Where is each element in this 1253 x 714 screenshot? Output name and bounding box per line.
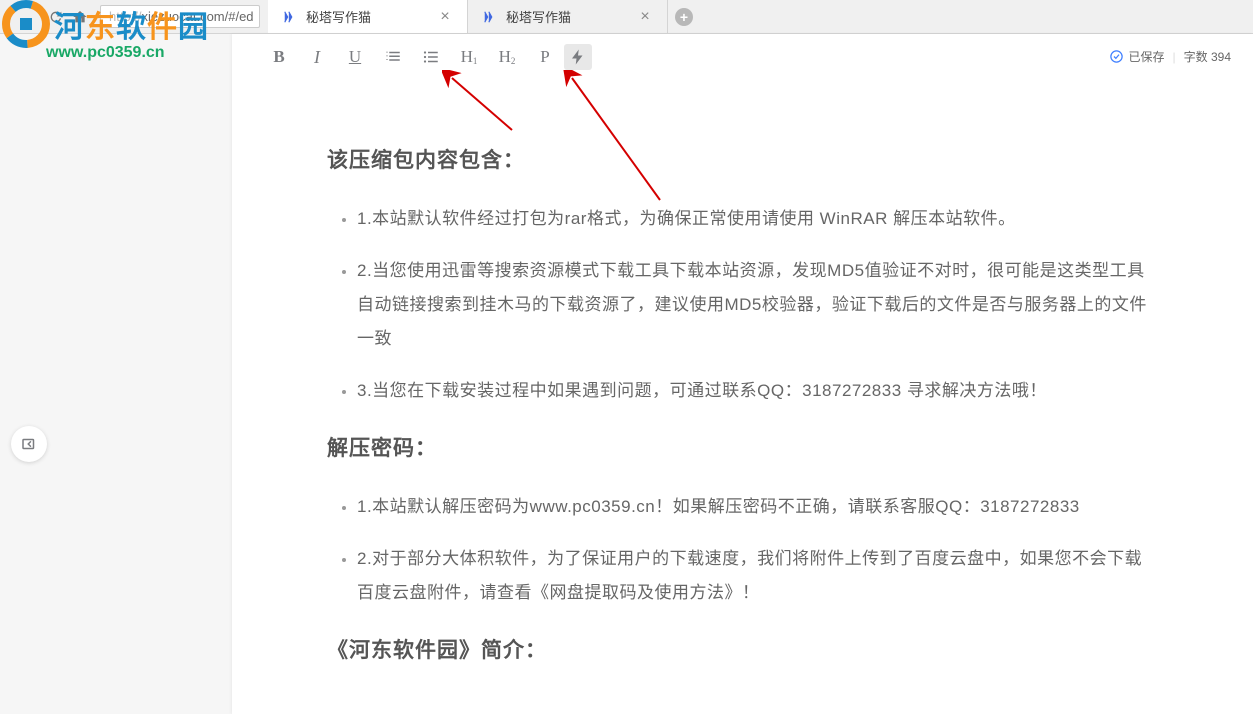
section-heading-1[interactable]: 该压缩包内容包含：	[327, 144, 1158, 174]
unordered-list-button[interactable]	[412, 42, 450, 72]
list-item[interactable]: 2.当您使用迅雷等搜索资源模式下载工具下载本站资源，发现MD5值验证不对时，很可…	[357, 254, 1158, 356]
section-heading-2[interactable]: 解压密码：	[327, 432, 1158, 462]
word-count: 字数 394	[1184, 48, 1231, 65]
tab-title-1: 秘塔写作猫	[306, 7, 429, 26]
section-list-2: 1.本站默认解压密码为www.pc0359.cn！如果解压密码不正确，请联系客服…	[327, 490, 1158, 610]
h1-button[interactable]: H1	[450, 42, 488, 72]
tab-close-1[interactable]: ×	[437, 9, 453, 25]
content-area: B I U H1 H2 P 已保存 | 字数 394 该压缩包内容包含： 1.本…	[0, 34, 1253, 714]
bold-button[interactable]: B	[260, 42, 298, 72]
tab-favicon-2	[482, 9, 498, 25]
browser-bar: http://xiezuocat.com/#/ed 秘塔写作猫 × 秘塔写作猫 …	[0, 0, 1253, 34]
nav-icons	[0, 9, 88, 25]
list-item[interactable]: 1.本站默认解压密码为www.pc0359.cn！如果解压密码不正确，请联系客服…	[357, 490, 1158, 524]
ordered-list-button[interactable]	[374, 42, 412, 72]
section-heading-3[interactable]: 《河东软件园》简介：	[327, 634, 1158, 664]
status-divider: |	[1173, 50, 1176, 64]
tab-close-2[interactable]: ×	[637, 9, 653, 25]
editor-panel: B I U H1 H2 P 已保存 | 字数 394 该压缩包内容包含： 1.本…	[232, 34, 1253, 714]
status-bar: 已保存 | 字数 394	[1109, 48, 1232, 65]
tab-favicon-1	[282, 9, 298, 25]
reload-icon[interactable]	[48, 9, 64, 25]
list-item[interactable]: 2.对于部分大体积软件，为了保证用户的下载速度，我们将附件上传到了百度云盘中，如…	[357, 542, 1158, 610]
italic-button[interactable]: I	[298, 42, 336, 72]
list-item[interactable]: 3.当您在下载安装过程中如果遇到问题，可通过联系QQ：3187272833 寻求…	[357, 374, 1158, 408]
tab-2[interactable]: 秘塔写作猫 ×	[468, 0, 668, 33]
home-icon[interactable]	[72, 9, 88, 25]
saved-indicator: 已保存	[1109, 48, 1165, 65]
url-input[interactable]: http://xiezuocat.com/#/ed	[100, 5, 260, 28]
list-item[interactable]: 1.本站默认软件经过打包为rar格式，为确保正常使用请使用 WinRAR 解压本…	[357, 202, 1158, 236]
document-body[interactable]: 该压缩包内容包含： 1.本站默认软件经过打包为rar格式，为确保正常使用请使用 …	[232, 80, 1253, 714]
format-toolbar: B I U H1 H2 P 已保存 | 字数 394	[232, 34, 1253, 80]
tab-1[interactable]: 秘塔写作猫 ×	[268, 0, 468, 33]
ai-lightning-button[interactable]	[564, 44, 592, 70]
check-circle-icon	[1109, 49, 1124, 64]
tab-strip: 秘塔写作猫 × 秘塔写作猫 × +	[268, 0, 700, 33]
underline-button[interactable]: U	[336, 42, 374, 72]
new-tab-button[interactable]: +	[668, 0, 700, 33]
h2-button[interactable]: H2	[488, 42, 526, 72]
sidebar-toggle[interactable]	[11, 426, 47, 462]
section-list-1: 1.本站默认软件经过打包为rar格式，为确保正常使用请使用 WinRAR 解压本…	[327, 202, 1158, 408]
paragraph-button[interactable]: P	[526, 42, 564, 72]
tab-title-2: 秘塔写作猫	[506, 7, 629, 26]
